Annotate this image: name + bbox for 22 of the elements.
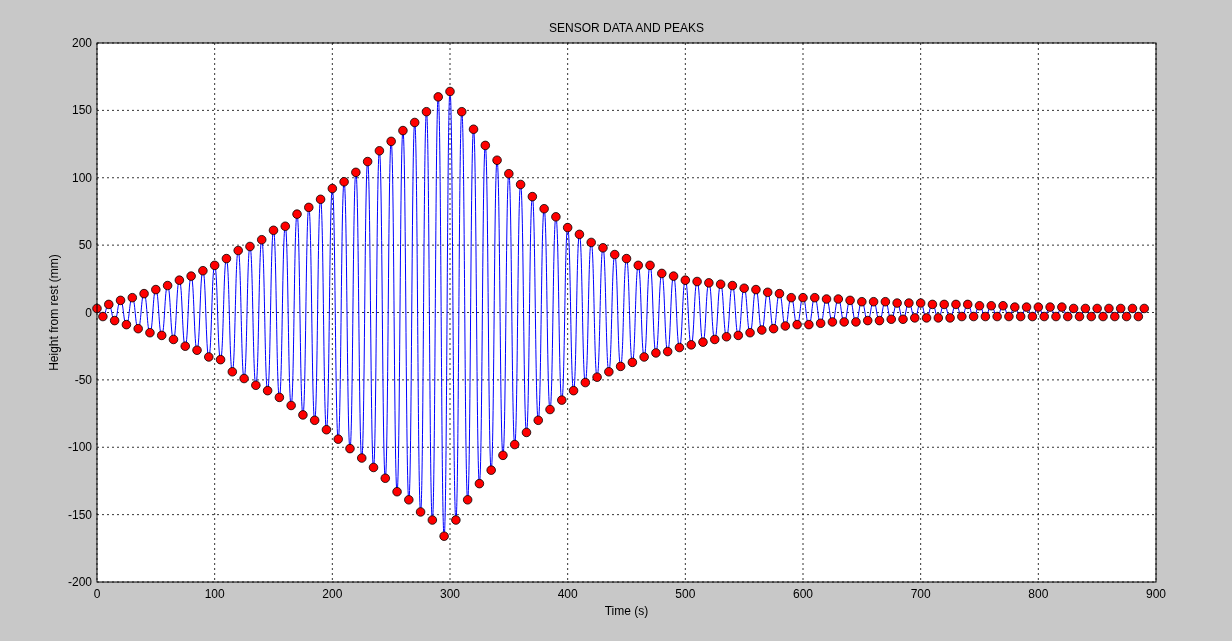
x-tick-label: 0 bbox=[93, 587, 101, 601]
x-tick-label: 100 bbox=[204, 587, 225, 601]
x-tick-label: 700 bbox=[910, 587, 931, 601]
x-tick-label: 800 bbox=[1028, 587, 1049, 601]
x-axis-label: Time (s) bbox=[604, 604, 649, 618]
chart-title: SENSOR DATA AND PEAKS bbox=[549, 21, 704, 35]
y-tick-label: 150 bbox=[71, 103, 92, 118]
y-tick-label: 100 bbox=[71, 170, 92, 185]
x-tick-label: 500 bbox=[675, 587, 696, 601]
x-tick-label: 300 bbox=[440, 587, 460, 601]
y-tick-label: -150 bbox=[67, 507, 92, 522]
x-tick-label: 900 bbox=[1146, 587, 1166, 601]
x-tick-label: 200 bbox=[322, 587, 343, 601]
y-tick-label: -100 bbox=[67, 440, 92, 455]
y-axis-label: Height from rest (mm) bbox=[47, 254, 61, 371]
y-tick-label: 50 bbox=[78, 238, 92, 253]
x-tick-label: 600 bbox=[793, 587, 813, 601]
x-tick-label: 400 bbox=[557, 587, 578, 601]
y-tick-label: -200 bbox=[67, 575, 92, 589]
y-tick-label: -50 bbox=[74, 372, 92, 387]
y-tick-label: 0 bbox=[85, 305, 92, 320]
y-tick-label: 200 bbox=[71, 36, 92, 50]
